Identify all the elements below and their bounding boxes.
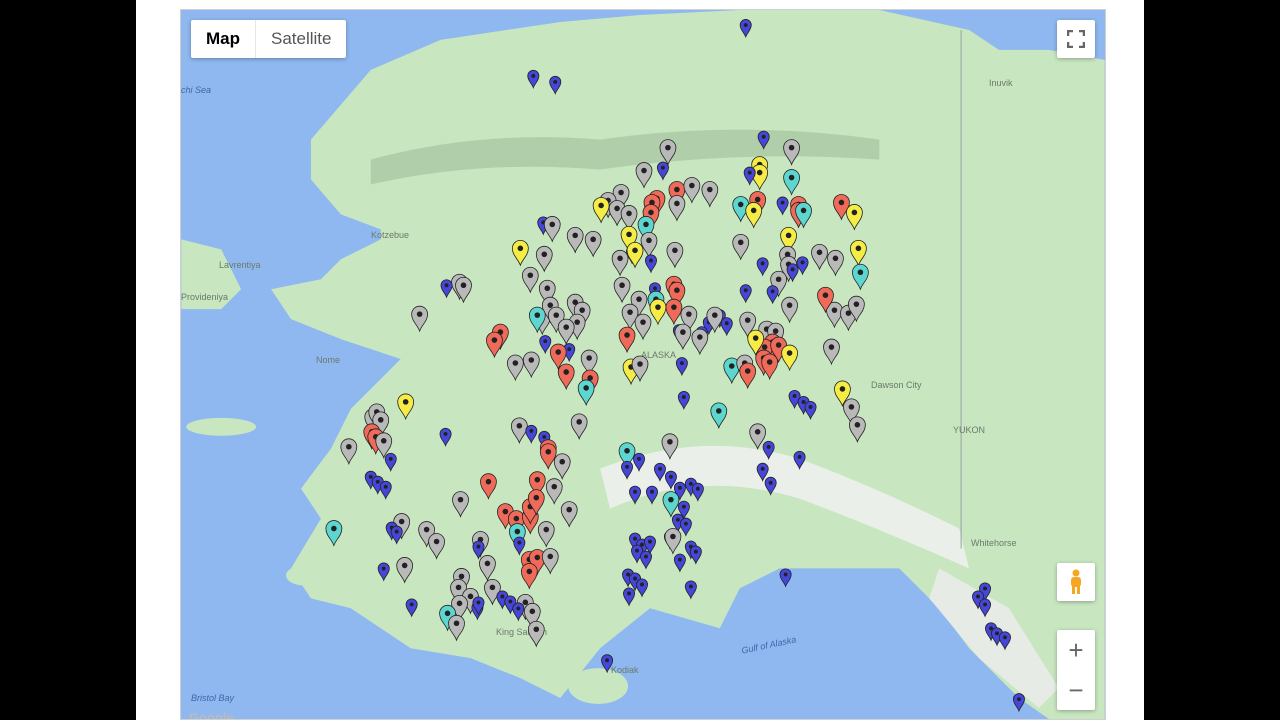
nome-label: Nome (316, 355, 341, 365)
chukchi-sea-label: chi Sea (181, 85, 212, 95)
nunivak-island (286, 565, 322, 586)
st-lawrence-island (186, 417, 257, 436)
dawson-city-label: Dawson City (871, 380, 922, 390)
zoom-control: + − (1057, 630, 1095, 710)
bristol-bay-label: Bristol Bay (191, 693, 235, 703)
street-view-button[interactable] (1057, 563, 1095, 601)
lavrentiya-label: Lavrentiya (219, 260, 261, 270)
map-type-control: Map Satellite (191, 20, 347, 58)
yukon-label: YUKON (953, 425, 986, 435)
pegman-icon (1071, 569, 1081, 594)
inuvik-label: Inuvik (989, 78, 1013, 88)
provideniya-label: Provideniya (181, 292, 229, 302)
google-logo: Google (189, 710, 234, 720)
whitehorse-label: Whitehorse (971, 538, 1017, 548)
kotzebue-label: Kotzebue (371, 230, 410, 240)
map-type-satellite-button[interactable]: Satellite (256, 20, 346, 58)
zoom-out-button[interactable]: − (1057, 670, 1095, 710)
map-type-map-button[interactable]: Map (191, 20, 256, 58)
fullscreen-button[interactable] (1057, 20, 1095, 58)
zoom-in-button[interactable]: + (1057, 630, 1095, 670)
fullscreen-icon (1067, 30, 1085, 48)
kodiak-label: Kodiak (611, 665, 639, 675)
map-view[interactable]: chi Sea Kotzebue Nome Lavrentiya Provide… (180, 9, 1106, 720)
